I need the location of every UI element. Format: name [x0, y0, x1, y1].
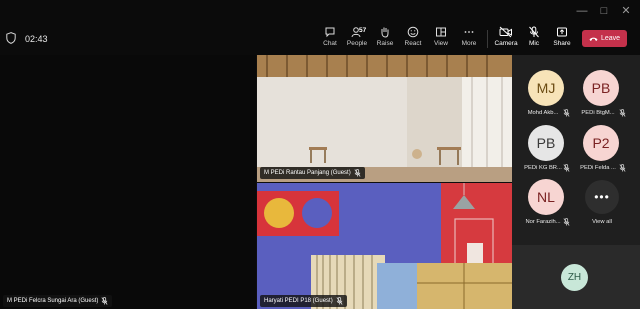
raise-hand-icon [381, 27, 389, 38]
close-icon[interactable]: ✕ [616, 4, 636, 18]
room-background-image [257, 55, 512, 182]
avatar-initials: NL [537, 189, 555, 205]
video-tile-haryati[interactable]: Haryati PEDI P18 (Guest) [257, 183, 512, 309]
view-grid-icon [436, 27, 446, 37]
mic-muted-icon [354, 169, 361, 177]
participant-name: M PEDi Rantau Panjang (Guest) [264, 170, 351, 176]
view-all-label: View all [592, 219, 612, 225]
raise-hand-button[interactable]: Raise [370, 26, 400, 54]
more-icon [464, 31, 474, 33]
leave-button[interactable]: Leave [582, 30, 627, 47]
participant-avatar[interactable]: MJ [528, 70, 564, 106]
participant-name: Haryati PEDI P18 (Guest) [264, 298, 333, 304]
avatar-initials: PB [591, 80, 611, 96]
avatar-initials: P2 [592, 135, 610, 151]
participant-nameplate: M PEDi Felcra Sungai Ara (Guest) [3, 295, 113, 307]
react-button[interactable]: React [398, 26, 428, 54]
participant-name: M PEDi Felcra Sungai Ara (Guest) [7, 298, 99, 304]
view-label: View [434, 40, 448, 47]
participant-nameplate: M PEDi Rantau Panjang (Guest) [260, 167, 365, 179]
video-tile-rantau-panjang[interactable]: M PEDi Rantau Panjang (Guest) [257, 55, 512, 182]
camera-button[interactable]: Camera [491, 26, 521, 54]
mic-button[interactable]: Mic [519, 26, 549, 54]
participant-nameplate: Haryati PEDI P18 (Guest) [260, 295, 347, 307]
chat-label: Chat [323, 40, 337, 47]
video-tile-felcra-sungai-ara[interactable]: M PEDi Felcra Sungai Ara (Guest) [0, 55, 256, 309]
shield-icon [6, 32, 16, 44]
mic-muted-icon [336, 297, 343, 305]
participant-avatar[interactable]: PB [583, 70, 619, 106]
avatar-initials: PB [536, 135, 556, 151]
leave-label: Leave [600, 35, 621, 42]
people-label: People [346, 40, 368, 47]
video-stage: M PEDi Felcra Sungai Ara (Guest) M PEDi … [0, 55, 512, 309]
raise-label: Raise [376, 40, 394, 47]
participant-avatar[interactable]: P2 [583, 125, 619, 161]
self-avatar[interactable]: ZH [561, 264, 588, 291]
toolbar-divider [487, 30, 488, 48]
window-titlebar: — □ ✕ [0, 0, 640, 22]
share-label: Share [553, 40, 571, 47]
more-icon: ••• [594, 190, 610, 204]
mic-muted-icon [563, 218, 570, 226]
mic-label: Mic [528, 40, 540, 47]
mic-muted-icon [619, 164, 626, 172]
react-label: React [404, 40, 422, 47]
mic-off-icon [529, 26, 539, 38]
chat-button[interactable]: Chat [315, 26, 345, 54]
participant-label: PEDi Felda ... [580, 165, 616, 171]
mic-muted-icon [619, 109, 626, 117]
minimize-icon[interactable]: — [572, 4, 592, 18]
avatar-initials: ZH [567, 272, 582, 283]
share-button[interactable]: Share [547, 26, 577, 54]
mic-muted-icon [563, 109, 570, 117]
camera-label: Camera [494, 40, 518, 47]
participant-avatar[interactable]: PB [528, 125, 564, 161]
meeting-timer: 02:43 [25, 34, 48, 44]
view-button[interactable]: View [426, 26, 456, 54]
meeting-toolbar: 02:43 Chat 57 People Raise React View Mo… [0, 22, 640, 55]
share-icon [557, 27, 567, 37]
hang-up-icon [589, 37, 598, 41]
mic-muted-icon [101, 297, 108, 305]
participant-label: PEDi BtgM... [581, 110, 615, 116]
smiley-icon [407, 26, 419, 38]
participant-avatar[interactable]: NL [528, 179, 564, 215]
chat-icon [325, 27, 335, 38]
avatar-initials: MJ [536, 80, 556, 96]
view-all-button[interactable]: ••• [585, 180, 619, 214]
room-background-image [257, 183, 512, 309]
more-label: More [461, 40, 477, 47]
people-button[interactable]: 57 People [342, 26, 372, 54]
people-count: 57 [359, 27, 367, 34]
maximize-icon[interactable]: □ [594, 4, 614, 18]
mic-muted-icon [563, 164, 570, 172]
camera-off-icon [499, 26, 512, 38]
more-button[interactable]: More [454, 26, 484, 54]
